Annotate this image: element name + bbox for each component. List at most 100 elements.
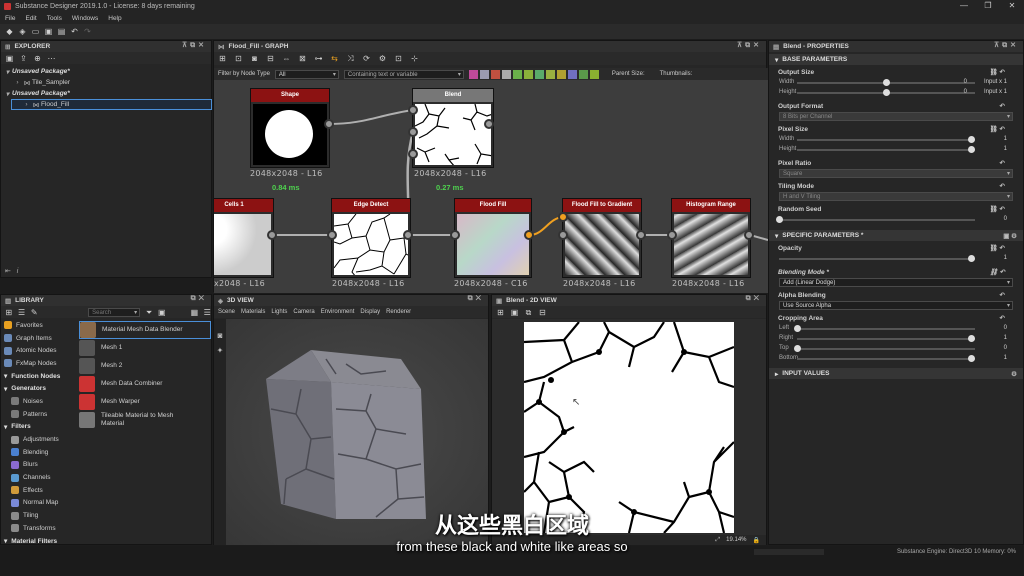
node-shape[interactable]: Shape bbox=[250, 88, 330, 168]
refresh-icon[interactable]: ⟳ bbox=[362, 54, 371, 63]
undo-icon[interactable]: ↶ bbox=[70, 27, 79, 36]
section-input-values[interactable]: ▸ INPUT VALUES ⚙ bbox=[769, 368, 1023, 379]
crop-left-slider[interactable]: Left 0 bbox=[769, 324, 1023, 334]
align-h-icon[interactable]: ⇔ bbox=[282, 54, 291, 63]
3d-viewport[interactable] bbox=[226, 319, 488, 545]
opacity-slider[interactable]: 1 bbox=[769, 254, 1023, 264]
input-port[interactable] bbox=[408, 149, 418, 159]
menu-edit[interactable]: Edit bbox=[25, 15, 36, 22]
new-graph-icon[interactable]: ◈ bbox=[18, 27, 27, 36]
camera-icon[interactable]: ◙ bbox=[250, 54, 259, 63]
crop-top-slider[interactable]: Top 0 bbox=[769, 344, 1023, 354]
folder-icon[interactable]: ▣ bbox=[158, 308, 166, 317]
slider-knob[interactable] bbox=[794, 325, 801, 332]
library-item[interactable]: Material Mesh Data Blender bbox=[79, 321, 211, 339]
ruler-icon[interactable]: ⊟ bbox=[538, 308, 547, 317]
list-view-icon[interactable]: ☰ bbox=[203, 308, 211, 317]
slider-knob[interactable] bbox=[968, 255, 976, 262]
input-port[interactable] bbox=[667, 230, 677, 240]
library-item[interactable]: Tileable Material to Mesh Material bbox=[79, 411, 211, 429]
pixel-ratio-dropdown[interactable]: Square bbox=[779, 169, 1013, 178]
output-port[interactable] bbox=[267, 230, 277, 240]
expand-arrow-icon[interactable]: ▾ bbox=[4, 372, 7, 380]
library-category[interactable]: Tiling bbox=[1, 509, 73, 522]
panel-pin-icon[interactable]: ⧉✕ bbox=[191, 295, 207, 303]
slider-knob[interactable] bbox=[883, 79, 890, 86]
library-item[interactable]: Mesh Data Combiner bbox=[79, 375, 211, 393]
slider-knob[interactable] bbox=[794, 345, 801, 352]
link-icon[interactable]: ⛓ ↶ bbox=[989, 268, 1005, 278]
slider-knob[interactable] bbox=[968, 146, 976, 153]
collapse-icon[interactable]: ▾ bbox=[775, 232, 778, 240]
input-port[interactable] bbox=[558, 212, 568, 222]
menu-file[interactable]: File bbox=[5, 15, 15, 22]
expand-arrow-icon[interactable]: › bbox=[22, 101, 31, 108]
library-category[interactable]: Noises bbox=[1, 395, 73, 408]
node-cells[interactable]: Cells 1 bbox=[214, 198, 274, 278]
input-port[interactable] bbox=[450, 230, 460, 240]
explorer-save-icon[interactable]: ▣ bbox=[5, 54, 14, 63]
link-icon[interactable]: ⛓ ↶ bbox=[989, 125, 1005, 135]
expand-arrow-icon[interactable]: ▾ bbox=[4, 423, 7, 431]
output-port[interactable] bbox=[324, 119, 334, 129]
new-package-icon[interactable]: ◆ bbox=[5, 27, 14, 36]
panel-pin-icon[interactable]: ⧉✕ bbox=[468, 295, 484, 303]
panel-pin-icon[interactable]: ⧉✕ bbox=[746, 295, 762, 303]
gear-icon[interactable]: ⚙ bbox=[1011, 370, 1017, 378]
input-port[interactable] bbox=[327, 230, 337, 240]
node-flood-fill-to-gradient[interactable]: Flood Fill to Gradient bbox=[562, 198, 642, 278]
input-port[interactable] bbox=[558, 230, 568, 240]
2d-viewport[interactable]: ↖ bbox=[492, 319, 766, 535]
expand-arrow-icon[interactable]: ▾ bbox=[3, 68, 12, 76]
filter-dropdown[interactable]: All bbox=[274, 69, 339, 79]
library-category[interactable]: Favorites bbox=[1, 319, 73, 332]
lock-icon[interactable]: 🔒 bbox=[753, 537, 760, 544]
output-port[interactable] bbox=[484, 119, 494, 129]
menu-environment[interactable]: Environment bbox=[321, 309, 355, 315]
expand-arrow-icon[interactable]: ▾ bbox=[3, 90, 12, 98]
select-icon[interactable]: ⊹ bbox=[410, 54, 419, 63]
tree-item-flood-fill[interactable]: › ⋈ Flood_Fill bbox=[11, 99, 212, 110]
collapse-icon[interactable]: ▾ bbox=[775, 56, 778, 64]
library-category[interactable]: Normal Map bbox=[1, 497, 73, 510]
crop-right-slider[interactable]: Right 1 bbox=[769, 334, 1023, 344]
output-port[interactable] bbox=[744, 230, 754, 240]
slider-knob[interactable] bbox=[968, 136, 976, 143]
random-seed-slider[interactable]: 0 bbox=[769, 215, 1023, 225]
copy-icon[interactable]: ⧉ bbox=[524, 308, 533, 317]
camera-icon[interactable]: ◙ bbox=[214, 331, 226, 340]
output-port[interactable] bbox=[403, 230, 413, 240]
expand-arrow-icon[interactable]: ▾ bbox=[4, 537, 7, 545]
align-icon[interactable]: ⊟ bbox=[266, 54, 275, 63]
library-item[interactable]: Mesh 1 bbox=[79, 339, 211, 357]
panel-pin-icon[interactable]: ⊼⧉✕ bbox=[182, 41, 207, 50]
menu-lights[interactable]: Lights bbox=[271, 309, 287, 315]
input-port[interactable] bbox=[408, 105, 418, 115]
explorer-add-icon[interactable]: ⊕ bbox=[33, 54, 42, 63]
split-icon[interactable]: ⤨ bbox=[346, 54, 355, 63]
fit-icon[interactable]: ⤢ bbox=[715, 537, 720, 544]
save-all-icon[interactable]: ▤ bbox=[57, 27, 66, 36]
library-category[interactable]: Effects bbox=[1, 484, 73, 497]
node-flood-fill[interactable]: Flood Fill bbox=[454, 198, 532, 278]
filter-icon[interactable]: ⏷ bbox=[145, 308, 153, 317]
section-specific-parameters[interactable]: ▾ SPECIFIC PARAMETERS * ▣ ⚙ bbox=[769, 230, 1023, 241]
view-icon[interactable]: ▦ bbox=[191, 308, 199, 317]
link-icon[interactable]: ⛓ ↶ bbox=[989, 244, 1005, 254]
section-base-parameters[interactable]: ▾ BASE PARAMETERS bbox=[769, 54, 1023, 65]
slider-knob[interactable] bbox=[883, 89, 890, 96]
list-icon[interactable]: ☰ bbox=[18, 308, 26, 317]
library-item[interactable]: Mesh Warper bbox=[79, 393, 211, 411]
output-height-slider[interactable]: Height 0 Input x 1 bbox=[769, 88, 1023, 98]
tiling-icon[interactable]: ⊞ bbox=[496, 308, 505, 317]
connect-icon[interactable]: ⊶ bbox=[314, 54, 323, 63]
open-icon[interactable]: ▭ bbox=[31, 27, 40, 36]
section-tools-icon[interactable]: ▣ ⚙ bbox=[1003, 232, 1017, 240]
node-histogram-range[interactable]: Histogram Range bbox=[671, 198, 751, 278]
explorer-publish-icon[interactable]: ⇪ bbox=[19, 54, 28, 63]
crop-bottom-slider[interactable]: Bottom 1 bbox=[769, 354, 1023, 364]
link-icon[interactable]: ⛓ ↶ bbox=[989, 205, 1005, 215]
library-category[interactable]: ▾ Function Nodes bbox=[1, 370, 73, 383]
close-button[interactable]: ✕ bbox=[1000, 0, 1024, 12]
menu-windows[interactable]: Windows bbox=[72, 15, 98, 22]
